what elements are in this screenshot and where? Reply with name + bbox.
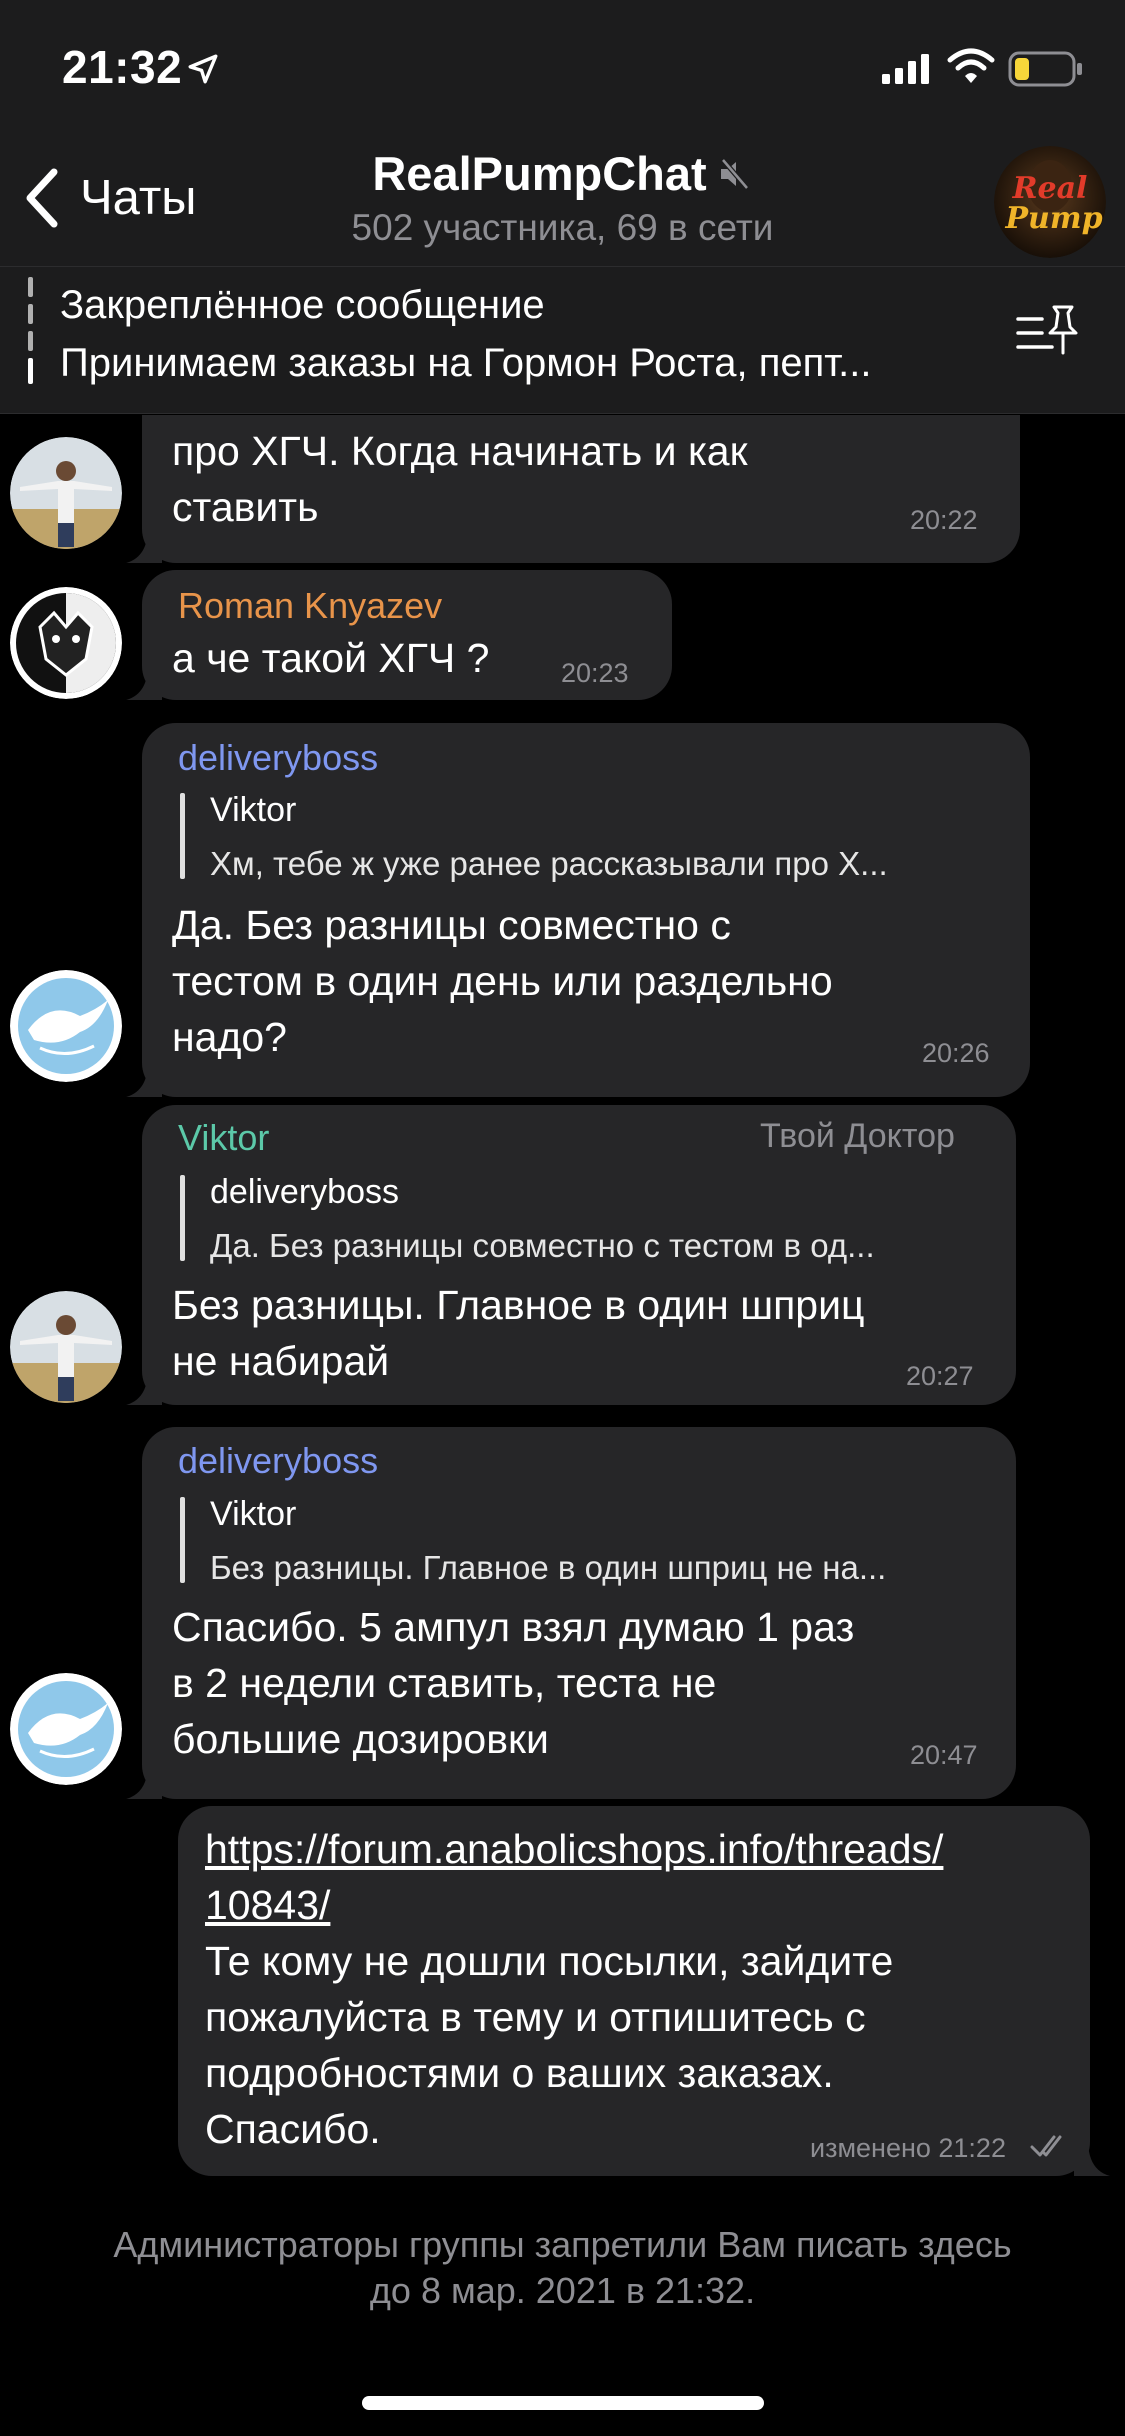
message-text-line: про ХГЧ. Когда начинать и как xyxy=(172,428,748,474)
avatar-roman-knyazev[interactable] xyxy=(10,587,122,699)
message-text-line: большие дозировки xyxy=(172,1716,549,1762)
avatar-deliveryboss[interactable] xyxy=(10,1673,122,1785)
message-time: 20:27 xyxy=(906,1361,974,1391)
message-text-line: Да. Без разницы совместно с xyxy=(172,902,731,948)
message-text-line: пожалуйста в тему и отпишитесь с xyxy=(205,1994,866,2040)
bubble-tail xyxy=(126,664,162,700)
reply-name[interactable]: Viktor xyxy=(210,791,296,830)
message-time: изменено 21:22 xyxy=(810,2133,1006,2163)
chat-title: RealPumpChat xyxy=(372,147,707,200)
location-arrow-icon xyxy=(188,54,218,84)
reply-name[interactable]: deliveryboss xyxy=(210,1173,399,1212)
status-time: 21:32 xyxy=(62,41,183,93)
chat-title-block[interactable]: RealPumpChat 502 участника, 69 в сети xyxy=(0,146,1125,249)
pinned-message[interactable]: Закреплённое сообщение Принимаем заказы … xyxy=(0,266,1125,414)
notice-line: до 8 мар. 2021 в 21:32. xyxy=(369,2270,756,2311)
pinned-indicator xyxy=(28,277,35,403)
message-text-line: Спасибо. 5 ампул взял думаю 1 раз xyxy=(172,1604,855,1650)
avatar-text-line2: Pump xyxy=(1004,201,1102,236)
home-indicator[interactable] xyxy=(362,2396,764,2410)
pinned-list-icon[interactable] xyxy=(1014,301,1080,367)
battery-icon xyxy=(1008,51,1082,87)
message-text-line: ставить xyxy=(172,484,319,530)
pinned-text: Принимаем заказы на Гормон Роста, пепт..… xyxy=(60,341,872,385)
wifi-icon xyxy=(947,48,995,83)
message-link[interactable]: https://forum.anabolicshops.info/threads… xyxy=(205,1821,943,1877)
message-text-line: не набирай xyxy=(172,1338,390,1384)
sender-name[interactable]: Roman Knyazev xyxy=(178,585,442,627)
reply-text[interactable]: Да. Без разницы совместно с тестом в од.… xyxy=(210,1227,875,1265)
status-bar: 21:32 xyxy=(0,0,1125,140)
bubble-tail xyxy=(126,1763,162,1799)
message-link[interactable]: 10843/ xyxy=(205,1877,330,1933)
bubble-tail xyxy=(126,1369,162,1405)
avatar-viktor[interactable] xyxy=(10,1291,122,1403)
pinned-title: Закреплённое сообщение xyxy=(60,283,545,327)
message-text-line: надо? xyxy=(172,1014,287,1060)
bubble-tail xyxy=(126,527,162,563)
message-text-line: Без разницы. Главное в один шприц xyxy=(172,1282,865,1328)
avatar-viktor[interactable] xyxy=(10,437,122,549)
sender-name[interactable]: deliveryboss xyxy=(178,737,378,779)
message-text-line: подробностями о ваших заказах. xyxy=(205,2050,834,2096)
notice-line: Администраторы группы запретили Вам писа… xyxy=(113,2224,1012,2265)
message-text-line: Спасибо. xyxy=(205,2106,381,2152)
message-text-line: Те кому не дошли посылки, зайдите xyxy=(205,1938,894,1984)
reply-text[interactable]: Без разницы. Главное в один шприц не на.… xyxy=(210,1549,886,1587)
message-text-line: тестом в один день или раздельно xyxy=(172,958,833,1004)
sender-name[interactable]: deliveryboss xyxy=(178,1440,378,1482)
muted-speaker-icon xyxy=(720,157,749,190)
avatar-deliveryboss[interactable] xyxy=(10,970,122,1082)
sender-name[interactable]: Viktor xyxy=(178,1117,269,1159)
admin-title: Твой Доктор xyxy=(760,1117,955,1155)
message-list[interactable]: про ХГЧ. Когда начинать и как ставить 20… xyxy=(0,415,1125,2436)
reply-bar xyxy=(180,1497,185,1583)
chat-header: Чаты RealPumpChat 502 участника, 69 в се… xyxy=(0,140,1125,266)
bubble-tail xyxy=(1074,2140,1110,2176)
message-time: 20:26 xyxy=(922,1038,990,1068)
reply-bar xyxy=(180,793,185,879)
group-avatar[interactable]: Real Pump xyxy=(994,146,1106,258)
bubble-tail xyxy=(126,1061,162,1097)
reply-text[interactable]: Хм, тебе ж уже ранее рассказывали про Х.… xyxy=(210,845,888,883)
cellular-signal-icon xyxy=(882,54,929,84)
message-time: 20:22 xyxy=(910,505,978,535)
message-time: 20:23 xyxy=(561,658,629,688)
message-time: 20:47 xyxy=(910,1740,978,1770)
message-text-line: а че такой ХГЧ ? xyxy=(172,635,490,681)
read-checkmarks-icon xyxy=(1030,2135,1062,2157)
chat-subtitle: 502 участника, 69 в сети xyxy=(351,207,774,248)
reply-bar xyxy=(180,1175,185,1261)
message-text-line: в 2 недели ставить, теста не xyxy=(172,1660,717,1706)
posting-restricted-notice: Администраторы группы запретили Вам писа… xyxy=(0,2222,1125,2314)
reply-name[interactable]: Viktor xyxy=(210,1495,296,1534)
